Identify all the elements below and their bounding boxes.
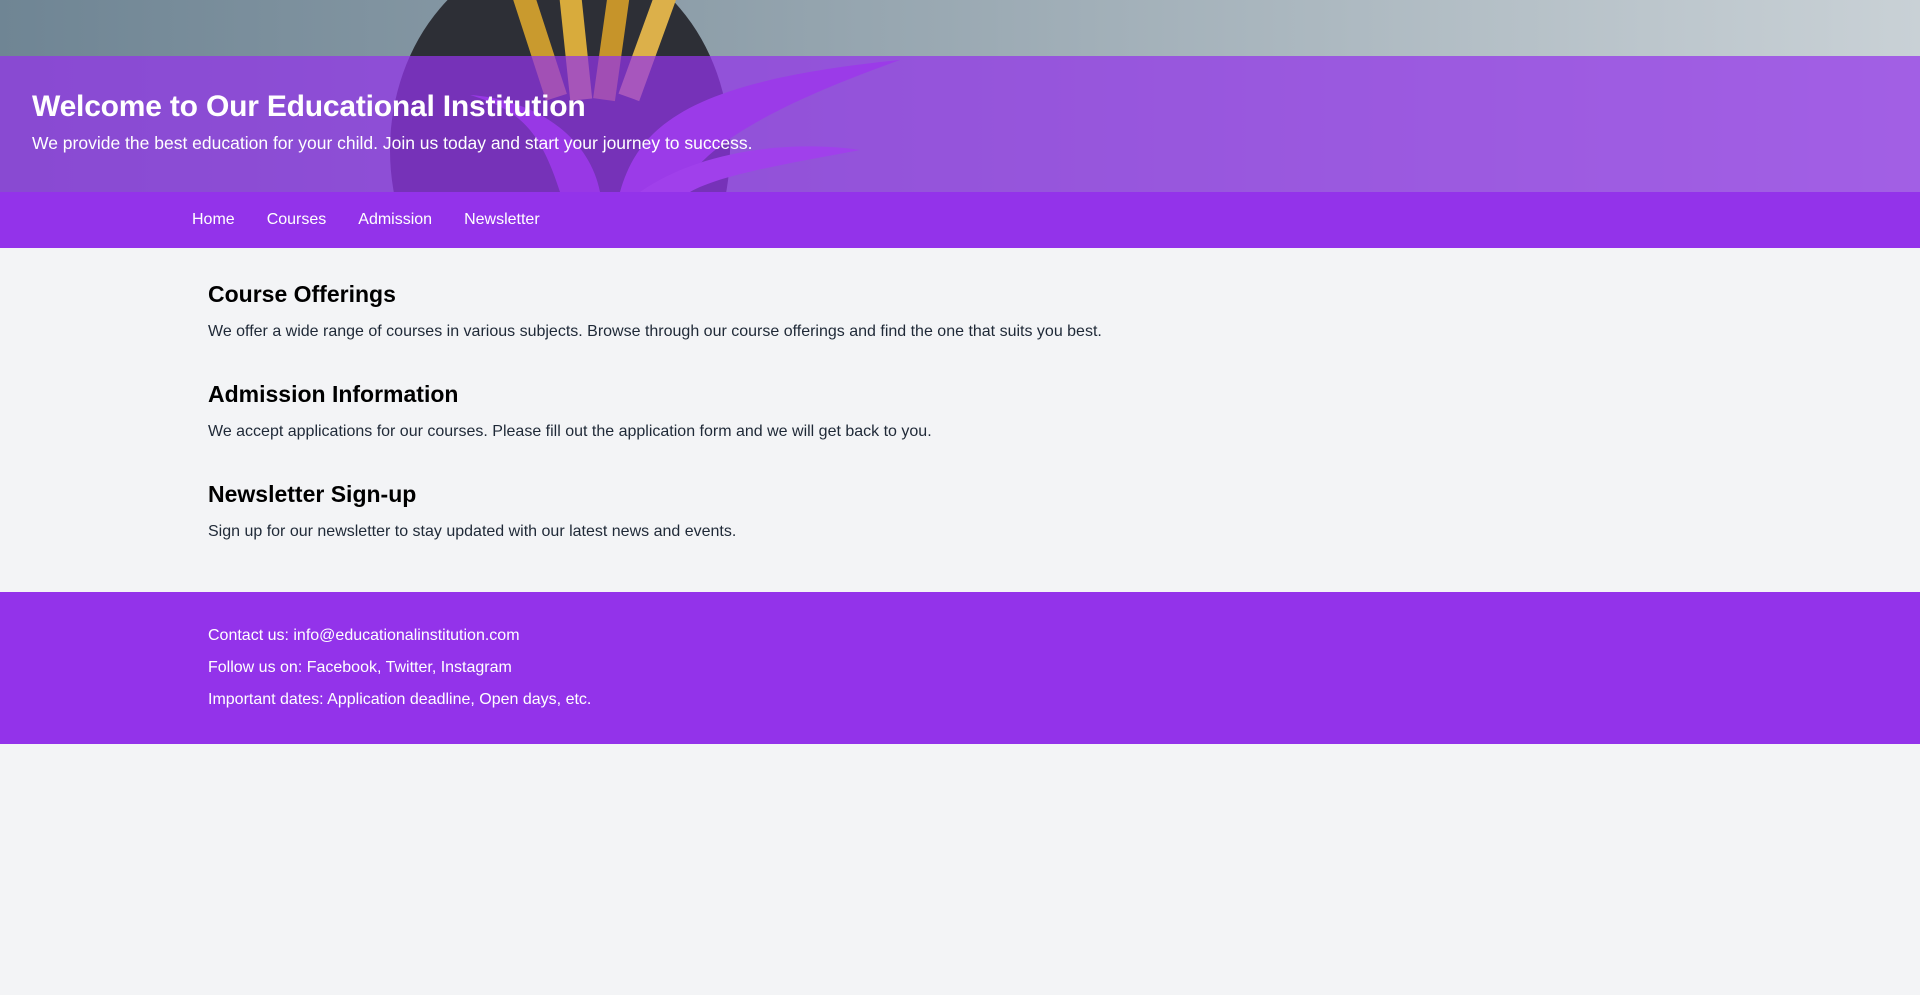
section-text: We offer a wide range of courses in vari… [208,323,1102,340]
nav-link-admission[interactable]: Admission [342,208,448,232]
page-footer: Contact us: info@educationalinstitution.… [0,592,1920,744]
section-text: We accept applications for our courses. … [208,423,932,440]
main-nav: Home Courses Admission Newsletter [0,192,1920,248]
page-subtitle: We provide the best education for your c… [32,133,753,153]
section-text: Sign up for our newsletter to stay updat… [208,523,737,540]
main-content: Course Offerings We offer a wide range o… [0,248,1920,592]
hero-header: Welcome to Our Educational Institution W… [0,0,1920,192]
page-title: Welcome to Our Educational Institution [32,90,586,123]
section-title: Admission Information [208,381,459,407]
section-title: Course Offerings [208,281,396,307]
footer-contact: Contact us: info@educationalinstitution.… [208,627,520,644]
section-title: Newsletter Sign-up [208,481,417,507]
nav-link-newsletter[interactable]: Newsletter [448,208,556,232]
nav-link-home[interactable]: Home [176,208,251,232]
section-newsletter-signup: Newsletter Sign-up Sign up for our newsl… [208,478,1920,544]
footer-important-dates: Important dates: Application deadline, O… [208,691,592,708]
hero-overlay: Welcome to Our Educational Institution W… [0,56,1920,192]
section-admission-information: Admission Information We accept applicat… [208,378,1920,444]
nav-link-courses[interactable]: Courses [251,208,343,232]
footer-social: Follow us on: Facebook, Twitter, Instagr… [208,659,512,676]
section-course-offerings: Course Offerings We offer a wide range o… [208,278,1920,344]
